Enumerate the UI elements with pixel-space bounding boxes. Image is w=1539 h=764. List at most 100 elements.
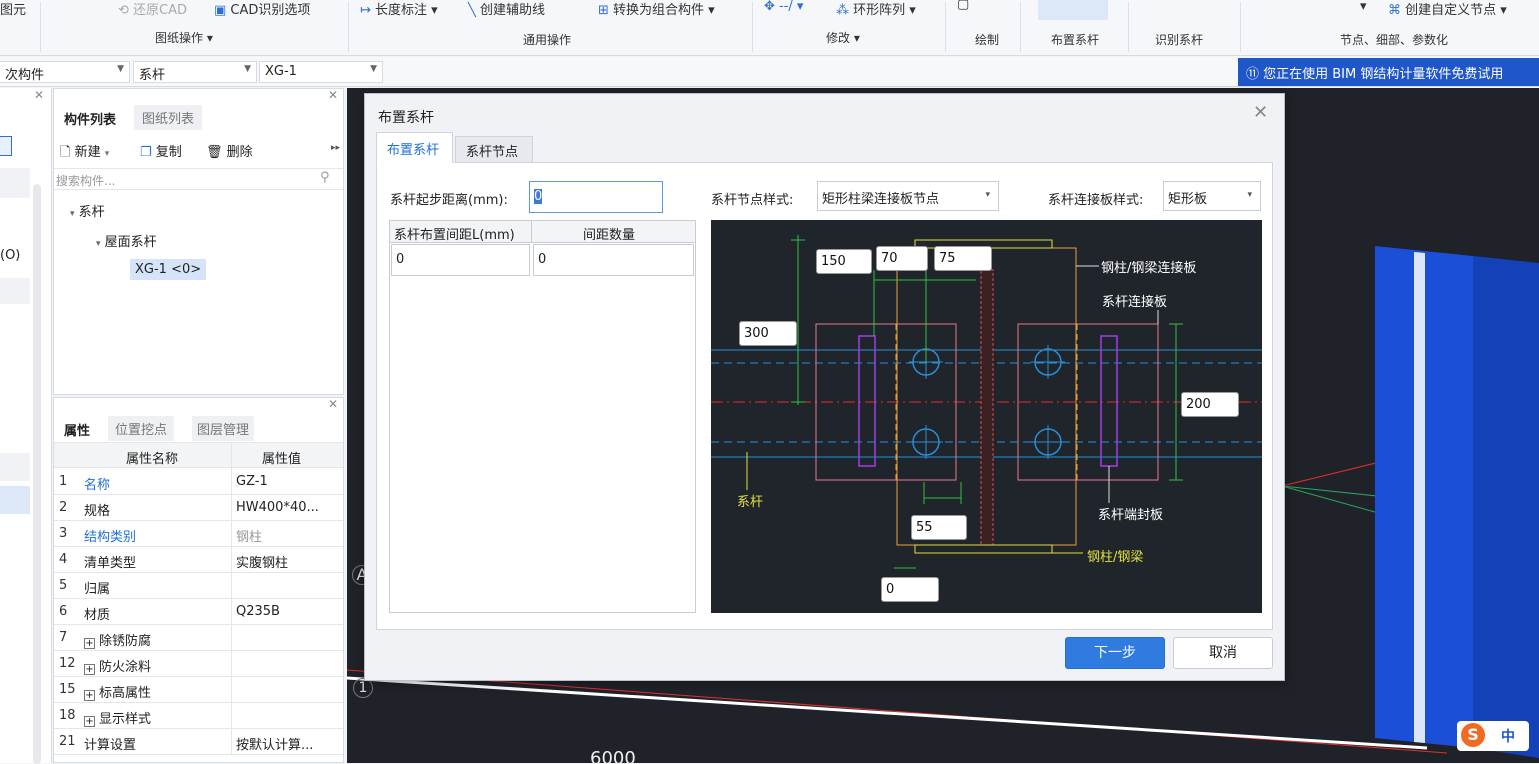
property-row[interactable]: 15 + 标高属性: [54, 677, 343, 703]
tab-tie-node[interactable]: 系杆节点: [455, 136, 533, 163]
group-modify[interactable]: 修改 ▾: [826, 29, 860, 46]
component-type-select[interactable]: 次构件 ▼: [0, 61, 130, 83]
move-icon[interactable]: ✥ --/ ▾: [764, 0, 803, 14]
group-identify-tie[interactable]: 识别系杆: [1155, 31, 1203, 48]
close-icon[interactable]: ✕: [328, 88, 338, 102]
nav-item[interactable]: [0, 453, 30, 481]
property-row[interactable]: 4 清单类型 实腹钢柱: [54, 547, 343, 573]
close-icon[interactable]: ✕: [328, 397, 338, 411]
dim-input-75[interactable]: 75: [934, 246, 992, 271]
tab-drawing-list[interactable]: 图纸列表: [134, 105, 203, 130]
scrollbar[interactable]: [33, 184, 41, 764]
property-value[interactable]: 按默认计算...: [236, 734, 313, 753]
group-nodes: 节点、细部、参数化: [1340, 33, 1449, 47]
node-style-select[interactable]: 矩形柱梁连接板节点 ▾: [817, 181, 999, 211]
group-icon: ⊞: [598, 3, 614, 18]
new-button[interactable]: 🗋 新建 ▾: [60, 141, 109, 165]
spacing-input[interactable]: 0: [391, 244, 530, 276]
property-row[interactable]: 12 + 防火涂料: [54, 651, 343, 677]
col-header-value: 属性值: [262, 452, 302, 467]
dim-input-55[interactable]: 55: [911, 515, 967, 540]
dim-input-70[interactable]: 70: [876, 246, 928, 271]
restore-cad-button[interactable]: ⟲ 还原CAD: [118, 0, 187, 18]
left-nav-pane: ✕ (O): [0, 88, 52, 764]
expand-icon[interactable]: +: [84, 638, 95, 649]
property-name: 名称: [84, 474, 110, 493]
property-value[interactable]: GZ-1: [236, 474, 268, 489]
dim-input-0[interactable]: 0: [881, 577, 939, 602]
component-select[interactable]: 系杆 ▼: [133, 61, 257, 83]
group-general-ops: 通用操作: [523, 33, 572, 47]
start-distance-input[interactable]: 0: [529, 181, 663, 213]
dim-input-200[interactable]: 200: [1181, 392, 1239, 417]
property-name-text: 防火涂料: [99, 660, 152, 675]
property-row[interactable]: 3 结构类别 钢柱: [54, 521, 343, 547]
ime-indicator[interactable]: S 中: [1457, 721, 1529, 751]
property-row[interactable]: 21 计算设置 按默认计算...: [54, 729, 343, 755]
instance-select[interactable]: XG-1 ▼: [259, 61, 383, 83]
dimension-6000: 6000: [590, 748, 636, 763]
property-row[interactable]: 1 名称 GZ-1: [54, 469, 343, 495]
label-tie: 系杆: [737, 495, 764, 510]
convert-group-button[interactable]: ⊞ 转换为组合构件 ▾: [598, 0, 715, 18]
label-tie-plate: 系杆连接板: [1102, 295, 1168, 310]
nav-item-selected[interactable]: [0, 136, 12, 156]
row-number: 7: [59, 630, 68, 645]
cancel-button[interactable]: 取消: [1173, 637, 1273, 669]
property-row[interactable]: 7 + 除锈防腐: [54, 625, 343, 651]
property-value[interactable]: Q235B: [236, 604, 280, 619]
property-row[interactable]: 2 规格 HW400*40...: [54, 495, 343, 521]
expand-icon[interactable]: +: [84, 690, 95, 701]
ring-array-button[interactable]: ⁂ 环形阵列 ▾: [836, 0, 916, 18]
dimension-button[interactable]: ↦ 长度标注 ▾: [360, 0, 438, 18]
property-value[interactable]: 实腹钢柱: [236, 552, 288, 571]
property-name: 结构类别: [84, 526, 136, 545]
expand-icon[interactable]: +: [84, 664, 95, 675]
property-name: 清单类型: [84, 552, 136, 571]
close-icon[interactable]: ✕: [1253, 102, 1268, 123]
dim-input-150[interactable]: 150: [816, 249, 872, 274]
create-aux-line-button[interactable]: ╲ 创建辅助线: [468, 0, 545, 18]
search-icon[interactable]: ⚲: [320, 170, 330, 185]
expand-icon[interactable]: +: [84, 716, 95, 727]
delete-button[interactable]: 🗑 删除: [206, 141, 253, 160]
property-value[interactable]: 钢柱: [236, 526, 262, 545]
plate-style-select[interactable]: 矩形板 ▾: [1163, 181, 1261, 211]
create-custom-node-button[interactable]: ⌘ 创建自定义节点 ▾: [1388, 0, 1507, 18]
tab-place-tie[interactable]: 布置系杆: [376, 132, 453, 163]
nav-item-active[interactable]: [0, 486, 30, 514]
count-input[interactable]: 0: [533, 244, 694, 276]
property-row[interactable]: 6 材质 Q235B: [54, 599, 343, 625]
more-icon[interactable]: ▸▸: [331, 143, 340, 153]
tab-position[interactable]: 位置挖点: [108, 416, 175, 441]
copy-button[interactable]: ❐ 复制: [140, 141, 182, 160]
property-value[interactable]: HW400*40...: [236, 500, 319, 515]
end-plate-right: [1100, 335, 1118, 467]
search-input[interactable]: 搜索构件... ⚲: [54, 168, 343, 190]
tab-layers[interactable]: 图层管理: [192, 416, 255, 441]
ribbon-divider: [1020, 2, 1021, 52]
spacing-table-header: 系杆布置间距L(mm) 间距数量: [390, 221, 695, 243]
axis-bubble-1: 1: [353, 678, 373, 698]
tree-leaf-xg1[interactable]: XG-1 <0>: [130, 259, 207, 280]
dropdown-arrow-icon[interactable]: ▾: [1360, 0, 1367, 14]
close-icon[interactable]: ✕: [34, 88, 44, 102]
tree-node-tie[interactable]: ▾ 系杆: [70, 201, 105, 220]
rectangle-icon[interactable]: ▢: [957, 0, 969, 12]
group-drawing-ops[interactable]: 图纸操作 ▾: [155, 29, 213, 46]
tab-properties[interactable]: 属性: [64, 420, 90, 439]
next-button[interactable]: 下一步: [1065, 637, 1165, 669]
trial-notice[interactable]: ⑪ 您正在使用 BIM 钢结构计量软件免费试用: [1238, 58, 1539, 86]
caret-down-icon: ▾: [70, 209, 75, 219]
nav-item[interactable]: [0, 278, 30, 304]
nav-item[interactable]: [0, 168, 30, 198]
place-tie-button[interactable]: [1038, 0, 1108, 20]
dim-input-300[interactable]: 300: [739, 321, 797, 346]
property-row[interactable]: 18 + 显示样式: [54, 703, 343, 729]
property-row[interactable]: 5 归属: [54, 573, 343, 599]
chevron-down-icon: ▼: [370, 64, 377, 74]
tree-node-roof-tie[interactable]: ▾ 屋面系杆: [96, 231, 157, 250]
tab-component-list[interactable]: 构件列表: [64, 109, 116, 128]
cad-options-button[interactable]: ▣ CAD识别选项: [214, 0, 310, 18]
property-name: 计算设置: [84, 734, 136, 753]
